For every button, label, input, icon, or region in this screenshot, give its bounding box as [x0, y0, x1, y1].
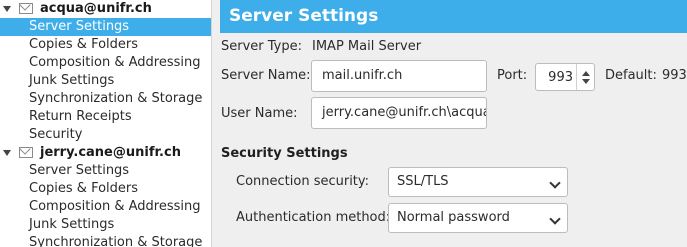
account-row-acqua[interactable]: acqua@unifr.ch [0, 0, 211, 18]
default-port-label: Default: [605, 68, 657, 83]
collapse-triangle-icon[interactable] [3, 150, 11, 156]
mail-account-icon [19, 3, 33, 14]
account-tree[interactable]: acqua@unifr.ch Server Settings Copies & … [0, 0, 212, 247]
tree-item-synchronization-storage[interactable]: Synchronization & Storage [0, 234, 211, 247]
account-name: jerry.cane@unifr.ch [40, 145, 181, 160]
server-name-label: Server Name: [221, 68, 311, 83]
port-value: 993 [548, 70, 573, 85]
spin-down-icon[interactable] [582, 79, 590, 84]
mail-account-icon [19, 147, 33, 158]
chevron-down-icon [549, 177, 561, 189]
tree-item-server-settings[interactable]: Server Settings [0, 162, 211, 180]
chevron-down-icon [549, 213, 561, 225]
port-label: Port: [497, 68, 528, 83]
page-header: Server Settings [220, 0, 687, 33]
tree-item-composition-addressing[interactable]: Composition & Addressing [0, 198, 211, 216]
tree-item-junk-settings[interactable]: Junk Settings [0, 72, 211, 90]
tree-item-copies-folders[interactable]: Copies & Folders [0, 180, 211, 198]
connection-security-dropdown[interactable]: SSL/TLS [388, 167, 568, 197]
auth-method-value: Normal password [397, 210, 510, 225]
spin-arrows[interactable] [576, 64, 594, 90]
default-port-value: 993 [662, 68, 687, 83]
collapse-triangle-icon[interactable] [3, 6, 11, 12]
settings-pane: Server Settings Server Type: IMAP Mail S… [212, 0, 687, 247]
tree-item-server-settings[interactable]: Server Settings [0, 18, 211, 36]
user-name-label: User Name: [221, 106, 298, 121]
security-settings-heading: Security Settings [221, 146, 348, 161]
auth-method-label: Authentication method: [236, 210, 391, 225]
tree-item-copies-folders[interactable]: Copies & Folders [0, 36, 211, 54]
auth-method-dropdown[interactable]: Normal password [388, 203, 568, 233]
tree-item-security[interactable]: Security [0, 126, 211, 144]
tree-item-composition-addressing[interactable]: Composition & Addressing [0, 54, 211, 72]
server-type-label: Server Type: [221, 39, 303, 54]
server-name-field[interactable]: mail.unifr.ch [311, 60, 487, 92]
spin-up-icon[interactable] [582, 71, 590, 76]
server-type-value: IMAP Mail Server [312, 39, 422, 54]
user-name-field[interactable]: jerry.cane@unifr.ch\acqua [311, 97, 487, 129]
connection-security-value: SSL/TLS [397, 174, 449, 189]
page-title: Server Settings [229, 6, 379, 26]
account-row-jerry[interactable]: jerry.cane@unifr.ch [0, 144, 211, 162]
connection-security-label: Connection security: [236, 174, 370, 189]
tree-item-synchronization-storage[interactable]: Synchronization & Storage [0, 90, 211, 108]
port-spinbox[interactable]: 993 [535, 63, 595, 91]
tree-item-return-receipts[interactable]: Return Receipts [0, 108, 211, 126]
tree-item-junk-settings[interactable]: Junk Settings [0, 216, 211, 234]
account-name: acqua@unifr.ch [40, 1, 152, 16]
